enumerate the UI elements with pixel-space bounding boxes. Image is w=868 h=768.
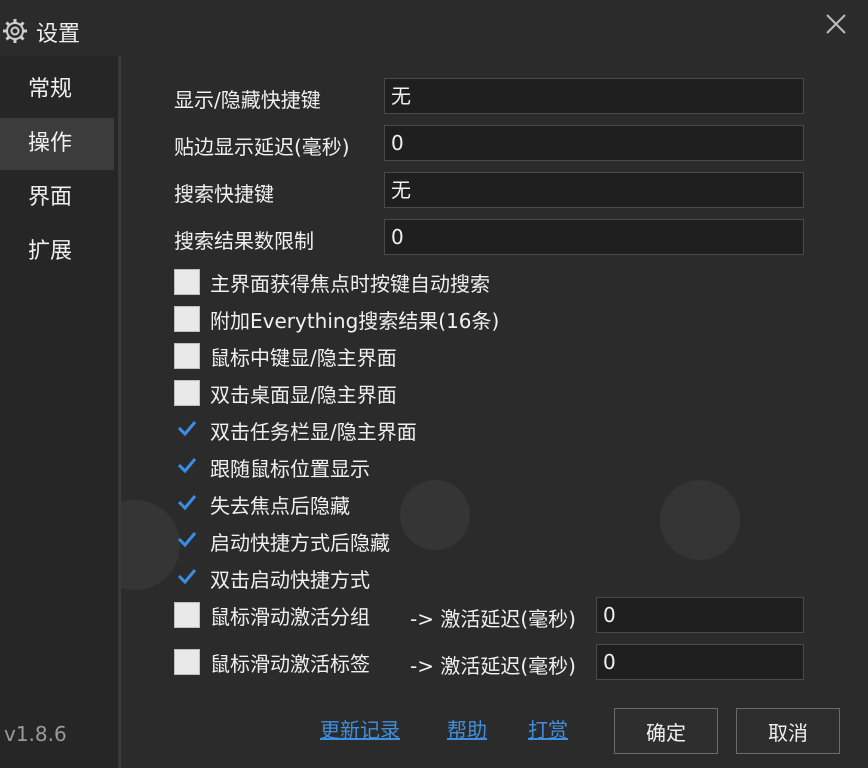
checkbox-unchecked[interactable] [174,380,200,406]
checkbox-checked[interactable] [174,528,200,554]
option-row[interactable]: 跟随鼠标位置显示 [174,453,370,481]
hover-tab-label: 鼠标滑动激活标签 [210,651,370,676]
close-button[interactable] [818,8,854,44]
option-label: 失去焦点后隐藏 [210,493,350,518]
background-shape [660,480,740,560]
search-hotkey-label: 搜索快捷键 [174,182,274,206]
option-label: 双击任务栏显/隐主界面 [210,419,417,444]
option-row[interactable]: 主界面获得焦点时按键自动搜索 [174,268,490,296]
result-limit-input[interactable]: 0 [384,219,804,255]
sidebar-item-operation[interactable]: 操作 [0,118,114,170]
show-hide-hotkey-label: 显示/隐藏快捷键 [174,88,321,112]
option-row[interactable]: 启动快捷方式后隐藏 [174,527,390,555]
background-shape [400,480,470,550]
sidebar-item-interface[interactable]: 界面 [0,172,114,224]
checkbox-unchecked[interactable] [174,306,200,332]
hover-tab-delay-label: -> 激活延迟(毫秒) [410,654,576,678]
checkbox-checked[interactable] [174,565,200,591]
option-label: 附加Everything搜索结果(16条) [210,308,500,333]
hover-group-option[interactable]: 鼠标滑动激活分组 [174,601,370,629]
option-row[interactable]: 鼠标中键显/隐主界面 [174,342,397,370]
settings-window: 设置 常规 操作 界面 扩展 显示/隐藏快捷键 无 贴边显示延迟(毫秒) 0 搜… [0,0,868,768]
result-limit-label: 搜索结果数限制 [174,229,314,253]
hover-tab-checkbox[interactable] [174,649,200,675]
option-label: 双击桌面显/隐主界面 [210,382,397,407]
checkbox-unchecked[interactable] [174,269,200,295]
search-hotkey-input[interactable]: 无 [384,172,804,208]
checkbox-unchecked[interactable] [174,343,200,369]
option-row[interactable]: 双击任务栏显/隐主界面 [174,416,417,444]
checkbox-checked[interactable] [174,491,200,517]
edge-delay-input[interactable]: 0 [384,125,804,161]
window-title: 设置 [36,22,81,47]
hover-tab-delay-input[interactable]: 0 [596,644,804,680]
edge-delay-label: 贴边显示延迟(毫秒) [174,135,350,159]
checkmark-icon [176,454,198,480]
donate-link[interactable]: 打赏 [528,714,568,743]
option-row[interactable]: 双击启动快捷方式 [174,564,370,592]
settings-sidebar: 常规 操作 界面 扩展 [0,56,121,768]
hover-group-delay-label: -> 激活延迟(毫秒) [410,607,576,631]
hover-group-checkbox[interactable] [174,602,200,628]
checkbox-checked[interactable] [174,417,200,443]
checkmark-icon [176,528,198,554]
checkmark-icon [176,417,198,443]
ok-button[interactable]: 确定 [614,708,718,754]
version-label: v1.8.6 [4,722,67,746]
checkmark-icon [176,491,198,517]
option-row[interactable]: 双击桌面显/隐主界面 [174,379,397,407]
option-row[interactable]: 附加Everything搜索结果(16条) [174,305,499,333]
hover-group-label: 鼠标滑动激活分组 [210,604,370,629]
show-hide-hotkey-input[interactable]: 无 [384,78,804,114]
gear-icon [2,18,28,44]
sidebar-item-extension[interactable]: 扩展 [0,226,114,278]
checkmark-icon [176,565,198,591]
cancel-button[interactable]: 取消 [736,708,840,754]
hover-tab-option[interactable]: 鼠标滑动激活标签 [174,648,370,676]
option-label: 启动快捷方式后隐藏 [210,530,390,555]
checkbox-checked[interactable] [174,454,200,480]
sidebar-item-general[interactable]: 常规 [0,64,114,116]
close-icon [824,12,848,40]
hover-group-delay-input[interactable]: 0 [596,597,804,633]
option-label: 主界面获得焦点时按键自动搜索 [210,271,490,296]
title-bar: 设置 [0,0,868,56]
changelog-link[interactable]: 更新记录 [320,714,400,743]
option-label: 双击启动快捷方式 [210,567,370,592]
option-row[interactable]: 失去焦点后隐藏 [174,490,350,518]
option-label: 鼠标中键显/隐主界面 [210,345,397,370]
help-link[interactable]: 帮助 [447,714,487,743]
option-label: 跟随鼠标位置显示 [210,456,370,481]
